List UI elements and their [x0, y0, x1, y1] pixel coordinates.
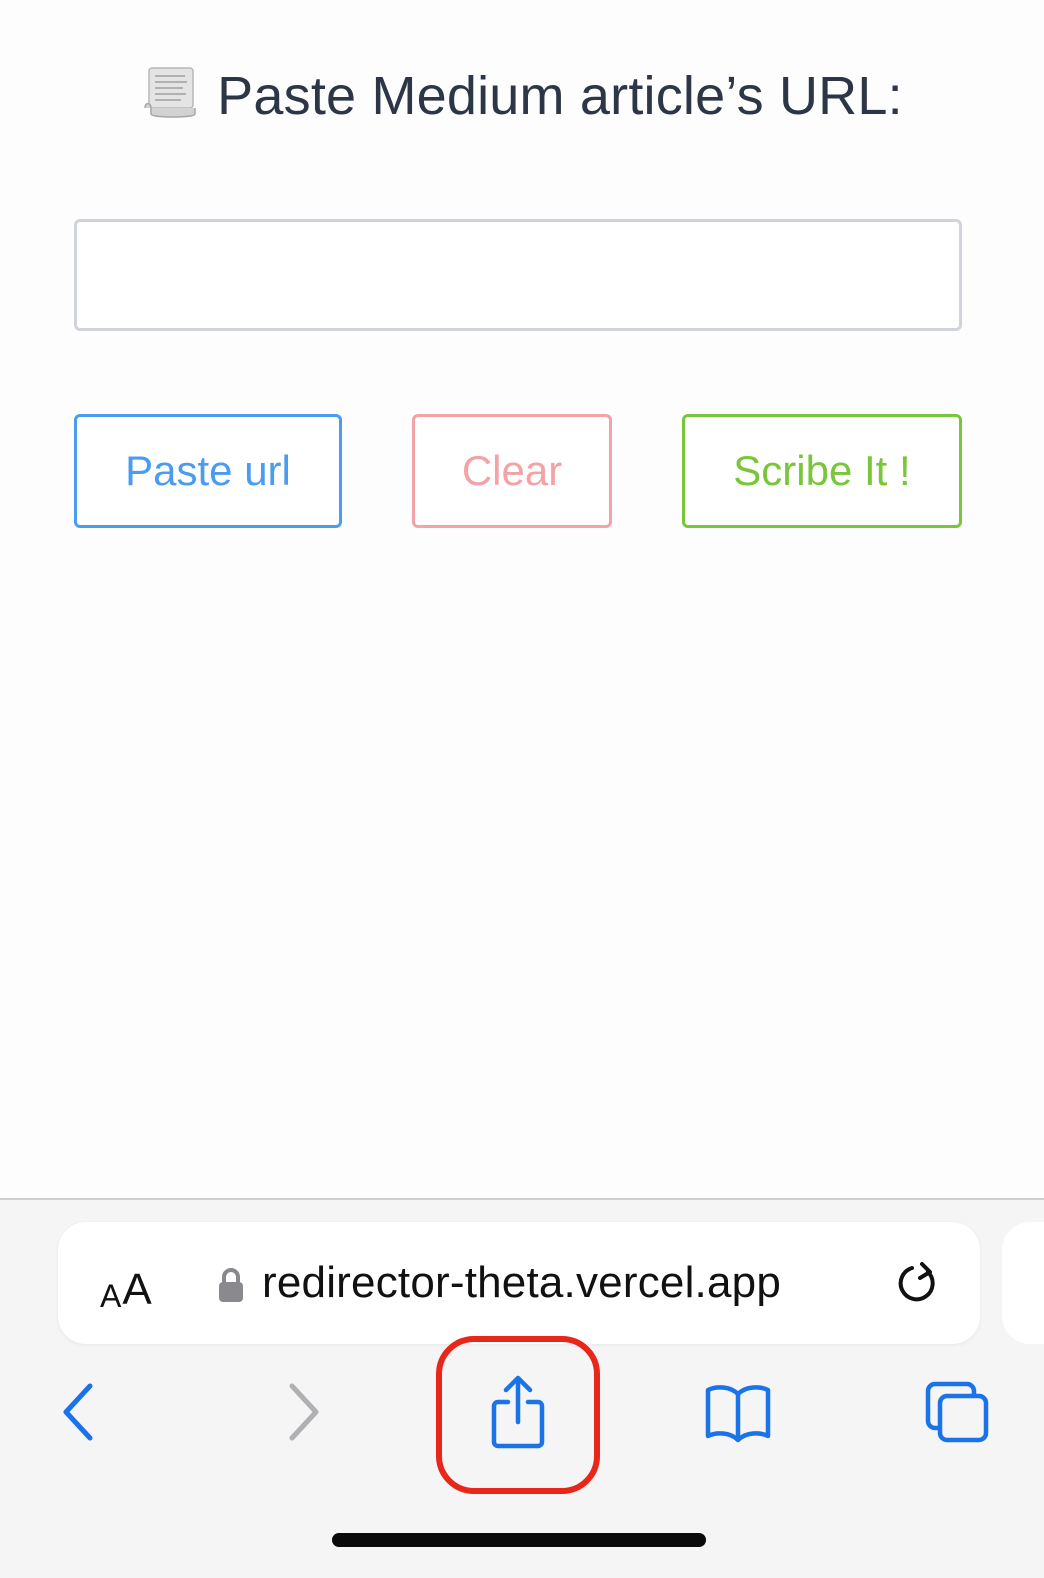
back-icon[interactable] [56, 1380, 100, 1449]
reload-icon[interactable] [894, 1260, 942, 1317]
aa-small-letter: A [100, 1278, 122, 1314]
tabs-icon[interactable] [922, 1380, 992, 1451]
share-highlight-annotation [436, 1336, 600, 1494]
clear-label: Clear [461, 447, 563, 494]
paste-url-label: Paste url [125, 447, 291, 494]
safari-toolbar: AA redirector-theta.vercel.app [0, 1200, 1044, 1578]
address-bar[interactable]: AA redirector-theta.vercel.app [58, 1222, 980, 1344]
home-indicator[interactable] [332, 1533, 706, 1547]
bookmarks-icon[interactable] [702, 1380, 774, 1449]
url-text[interactable]: redirector-theta.vercel.app [262, 1258, 781, 1308]
lock-icon [216, 1266, 246, 1311]
aa-big-letter: A [122, 1265, 152, 1314]
page-heading: Paste Medium article’s URL: [0, 62, 1044, 133]
next-tab-preview[interactable] [1002, 1222, 1044, 1344]
scribe-it-button[interactable]: Scribe It ! [682, 414, 962, 528]
clear-button[interactable]: Clear [412, 414, 612, 528]
forward-icon[interactable] [282, 1380, 326, 1449]
web-page: Paste Medium article’s URL: Paste url Cl… [0, 0, 1044, 1207]
scribe-it-label: Scribe It ! [733, 447, 911, 494]
page-settings-button[interactable]: AA [100, 1252, 170, 1314]
paste-url-button[interactable]: Paste url [74, 414, 342, 528]
scroll-icon [141, 62, 199, 133]
heading-text: Paste Medium article’s URL: [217, 66, 903, 126]
article-url-input[interactable] [74, 219, 962, 331]
